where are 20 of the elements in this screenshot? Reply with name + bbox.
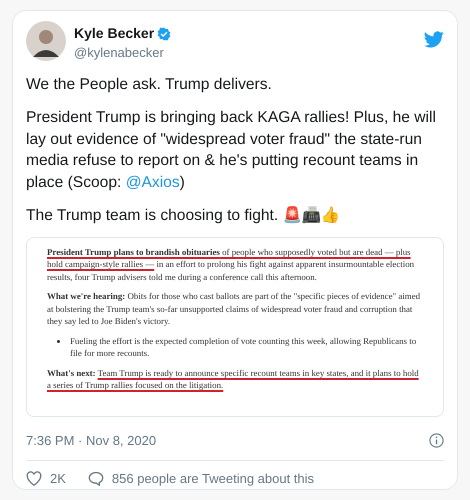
avatar[interactable] [26,21,66,61]
bullet-icon [57,340,60,342]
tweeting-count-link[interactable]: 856 people are Tweeting about this [112,469,314,488]
article-paragraph: President Trump plans to brandish obituaries of people who supposedly voted but are dead — plus hold campaign-style rallies — in an effort to prolong his fight against apparent insurmountable election results, four Trump advisers told me during a conference call this afternoon. [47,246,416,283]
article-screenshot[interactable] [26,236,444,416]
author-handle[interactable]: @kylenabecker [74,43,172,62]
mention-link[interactable]: @Axios [126,174,180,190]
article-paragraph: Fueling the effort is the expected completion of vote counting this week, allowing Republicans to file for more recounts. [70,334,418,360]
timestamp[interactable]: 7:36 PM · Nov 8, 2020 [26,430,156,450]
tweet-text: The Trump team is choosing to fight. 🚨📠👍 [26,205,341,226]
article-paragraph: What we're hearing: Obits for those who cast ballots are part of the "specific pieces of evidence" aimed at bolstering the Trump team's so-far unsupported claims of widespread voter fraud and corruption that they say led to Joe Biden's victory. [47,290,422,328]
tweet-text: We the People ask. Trump delivers. [26,74,273,94]
tweet-text: President Trump is bringing back KAGA rallies! Plus, he will lay out evidence of "widespread voter fraud" the state-run media refuse to report on & he's putting recount teams in place (Scoop: @Axios) [26,108,437,192]
article-paragraph: What's next: Team Trump is ready to announce specific recount teams in key states, and it plans to hold a series of Trump rallies focused on the litigation. [47,366,420,392]
bird-icon[interactable] [424,31,444,48]
author-name[interactable]: Kyle Becker [74,23,154,44]
info-icon[interactable] [429,432,444,448]
heart-icon[interactable] [26,471,42,486]
like-count[interactable]: 2K [50,469,66,488]
speech-bubble-icon[interactable] [88,471,104,486]
